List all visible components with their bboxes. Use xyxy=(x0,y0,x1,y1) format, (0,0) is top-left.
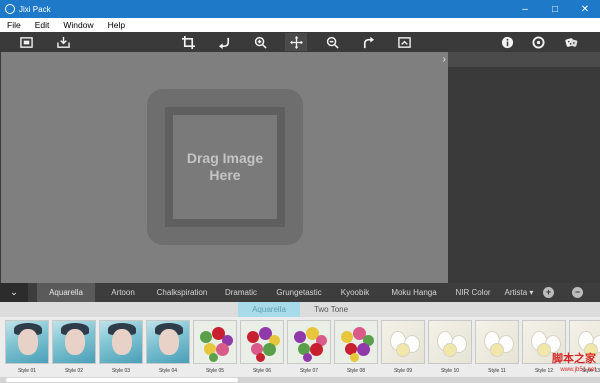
style-label: Style 05 xyxy=(205,368,225,374)
style-preview-image xyxy=(287,320,331,364)
tab-moku-hanga[interactable]: Moku Hanga xyxy=(388,283,440,302)
tab-artista-dropdown[interactable]: Artista ▾ xyxy=(501,283,537,302)
style-thumbnail[interactable]: Style 07 xyxy=(287,320,331,374)
toolbar xyxy=(0,32,600,52)
tab-kyoobik[interactable]: Kyoobik xyxy=(337,283,373,302)
expand-panel-icon[interactable]: › xyxy=(443,54,446,65)
style-thumbnail[interactable]: Style 09 xyxy=(381,320,425,374)
side-panel-header xyxy=(448,52,600,67)
thumbnail-scrollbar[interactable] xyxy=(0,377,600,383)
close-button[interactable]: ✕ xyxy=(570,0,600,18)
title-bar: Jixi Pack – □ ✕ xyxy=(0,0,600,18)
open-image-icon[interactable] xyxy=(19,35,33,49)
style-preview-image xyxy=(428,320,472,364)
category-tab-bar: ⌄ Aquarella Artoon Chalkspiration Dramat… xyxy=(0,283,600,302)
style-preview-image xyxy=(52,320,96,364)
undo-icon[interactable] xyxy=(217,35,231,49)
tab-grungetastic[interactable]: Grungetastic xyxy=(270,283,328,302)
style-thumbnail[interactable]: Style 08 xyxy=(334,320,378,374)
collapse-styles-button[interactable]: ⌄ xyxy=(0,283,28,302)
tab-nir-color[interactable]: NIR Color xyxy=(452,283,494,302)
app-logo-icon xyxy=(5,4,15,14)
style-label: Style 04 xyxy=(158,368,178,374)
crop-icon[interactable] xyxy=(181,35,195,49)
remove-style-button[interactable]: − xyxy=(572,287,583,298)
watermark-text: 脚本之家 xyxy=(552,353,596,365)
tab-aquarella[interactable]: Aquarella xyxy=(37,283,95,302)
zoom-out-icon[interactable] xyxy=(325,35,339,49)
tab-dramatic[interactable]: Dramatic xyxy=(220,283,262,302)
drop-zone-frame: Drag Image Here xyxy=(165,107,285,227)
style-preview-image xyxy=(5,320,49,364)
style-label: Style 08 xyxy=(346,368,366,374)
subcategory-tab-bar: Aquarella Two Tone xyxy=(0,302,600,317)
style-preview-image xyxy=(240,320,284,364)
style-label: Style 11 xyxy=(488,368,506,374)
settings-icon[interactable] xyxy=(531,35,545,49)
menu-help[interactable]: Help xyxy=(101,20,132,30)
style-label: Style 09 xyxy=(393,368,413,374)
style-thumbnail[interactable]: Style 02 xyxy=(52,320,96,374)
add-style-button[interactable]: + xyxy=(543,287,554,298)
style-preview-image xyxy=(381,320,425,364)
style-thumbnail-strip: Style 01 Style 02 Style 03 Style 04 Style 05… xyxy=(0,317,600,383)
style-label: Style 01 xyxy=(17,368,37,374)
style-preview-image xyxy=(193,320,237,364)
style-thumbnail[interactable]: Style 10 xyxy=(428,320,472,374)
menu-file[interactable]: File xyxy=(0,20,28,30)
style-label: Style 02 xyxy=(64,368,84,374)
style-preview-image xyxy=(334,320,378,364)
info-icon[interactable] xyxy=(500,35,514,49)
drop-zone-text: Drag Image Here xyxy=(186,150,264,183)
watermark-url: www.jb51.net xyxy=(560,367,596,373)
style-preview-image xyxy=(475,320,519,364)
zoom-in-icon[interactable] xyxy=(253,35,267,49)
tab-artoon[interactable]: Artoon xyxy=(104,283,142,302)
style-label: Style 03 xyxy=(111,368,131,374)
side-panel xyxy=(448,52,600,283)
random-dice-icon[interactable] xyxy=(564,35,578,49)
style-thumbnail[interactable]: Style 01 xyxy=(5,320,49,374)
style-label: Style 07 xyxy=(299,368,319,374)
style-preview-image xyxy=(146,320,190,364)
style-thumbnail[interactable]: Style 11 xyxy=(475,320,519,374)
style-thumbnail[interactable]: Style 04 xyxy=(146,320,190,374)
tab-chalkspiration[interactable]: Chalkspiration xyxy=(151,283,213,302)
style-label: Style 10 xyxy=(440,368,460,374)
app-window: Jixi Pack – □ ✕ File Edit Window Help › … xyxy=(0,0,600,383)
menu-edit[interactable]: Edit xyxy=(28,20,57,30)
redo-icon[interactable] xyxy=(361,35,375,49)
window-title: Jixi Pack xyxy=(19,4,51,14)
subtab-two-tone[interactable]: Two Tone xyxy=(303,302,359,317)
menu-window[interactable]: Window xyxy=(56,20,100,30)
drop-zone[interactable]: Drag Image Here xyxy=(147,89,303,245)
style-preview-image xyxy=(99,320,143,364)
style-thumbnail[interactable]: Style 05 xyxy=(193,320,237,374)
menu-bar: File Edit Window Help xyxy=(0,18,600,32)
style-label: Style 06 xyxy=(252,368,272,374)
style-thumbnail[interactable]: Style 06 xyxy=(240,320,284,374)
save-icon[interactable] xyxy=(56,35,70,49)
subtab-aquarella[interactable]: Aquarella xyxy=(238,302,300,317)
image-canvas[interactable]: › Drag Image Here xyxy=(1,52,448,283)
scrollbar-thumb[interactable] xyxy=(6,378,238,382)
maximize-button[interactable]: □ xyxy=(540,0,570,18)
fit-screen-icon[interactable] xyxy=(397,35,411,49)
style-thumbnail[interactable]: Style 03 xyxy=(99,320,143,374)
minimize-button[interactable]: – xyxy=(510,0,540,18)
move-icon[interactable] xyxy=(285,33,307,51)
watermark: 脚本之家 www.jb51.net xyxy=(552,354,596,376)
